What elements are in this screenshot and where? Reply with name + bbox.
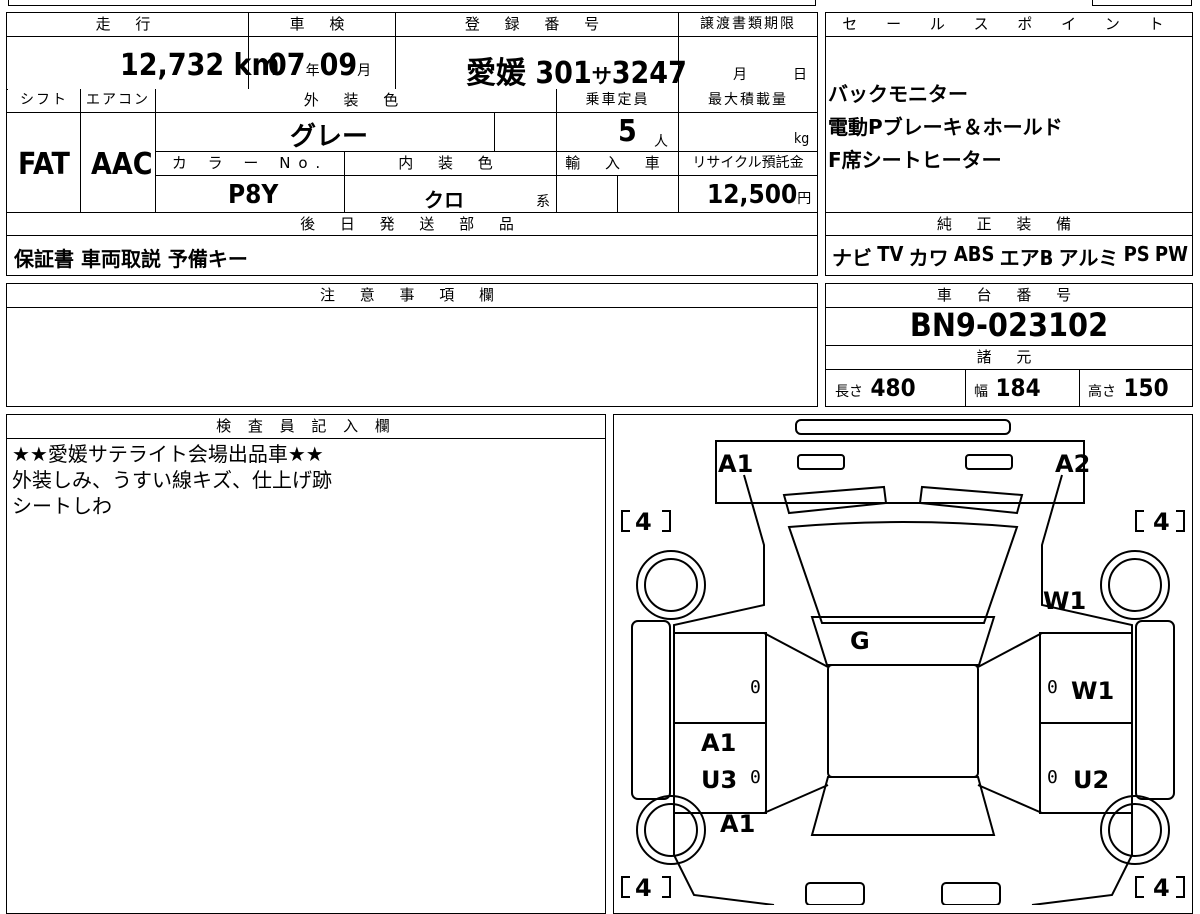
- spec-height: 高さ 150: [1088, 374, 1169, 402]
- color-no-value: P8Y: [228, 180, 279, 210]
- door-zero: 0: [750, 767, 761, 788]
- door-zero: 0: [1047, 677, 1058, 698]
- inspection-value: 07年09月: [268, 48, 372, 83]
- top-strip-right: [1092, 0, 1192, 6]
- equipment-item: カワ: [908, 246, 949, 270]
- sales-points-header: セ ー ル ス ポ イ ン ト: [826, 13, 1192, 35]
- equipment-item: PS: [1123, 242, 1150, 266]
- door-zero: 0: [750, 677, 761, 698]
- recycle-value: 12,500円: [707, 180, 812, 210]
- aircon-value: AAC: [91, 147, 153, 182]
- spec-length: 長さ 480: [835, 374, 916, 402]
- tire-depth: 4: [635, 508, 652, 536]
- equipment-item: アルミ: [1058, 246, 1119, 270]
- notes-header: 注 意 事 項 欄: [8, 284, 816, 306]
- capacity-unit: 人: [654, 134, 668, 150]
- capacity-value: 5: [618, 114, 637, 149]
- interior-color-suffix: 系: [536, 194, 550, 210]
- sales-point-item: 電動Pブレーキ＆ホールド: [828, 115, 1063, 139]
- inspector-line: シートしわ: [12, 494, 112, 518]
- later-parts-header: 後 日 発 送 部 品: [8, 213, 816, 235]
- equipment-list: ナビ TV カワ ABS エアB アルミ PS PW: [832, 242, 1188, 271]
- exterior-color-header: 外 装 色: [156, 89, 556, 111]
- inspector-line: 外装しみ、うすい線キズ、仕上げ跡: [12, 468, 332, 492]
- shift-value: FAT: [18, 147, 70, 182]
- capacity-header: 乗車定員: [557, 89, 678, 111]
- tire-depth: 4: [635, 874, 652, 902]
- top-strip: [8, 0, 816, 6]
- max-load-unit: kg: [794, 131, 810, 147]
- max-load-header: 最大積載量: [679, 89, 817, 111]
- equipment-item: TV: [877, 242, 904, 266]
- inspector-notes: ★★愛媛サテライト会場出品車★★ 外装しみ、うすい線キズ、仕上げ跡 シートしわ: [12, 441, 332, 519]
- damage-mark: U3: [701, 766, 738, 794]
- transfer-month-unit: 月: [733, 67, 747, 83]
- equipment-header: 純 正 装 備: [826, 213, 1192, 235]
- interior-color-header: 内 装 色: [345, 152, 556, 174]
- car-diagram: [621, 419, 1185, 905]
- specs-header: 諸 元: [826, 346, 1192, 368]
- color-no-header: カ ラ ー No.: [156, 152, 344, 174]
- registration-header: 登 録 番 号: [396, 13, 678, 35]
- transfer-deadline-header: 譲渡書類期限: [679, 13, 817, 35]
- damage-mark: U2: [1073, 766, 1110, 794]
- spec-width: 幅 184: [974, 374, 1041, 402]
- registration-value: 愛媛 301サ3247: [466, 56, 687, 91]
- equipment-item: エアB: [999, 246, 1054, 270]
- equipment-item: ABS: [953, 242, 995, 266]
- shift-header: シフト: [8, 89, 80, 111]
- recycle-header: リサイクル預託金: [679, 152, 817, 174]
- equipment-item: ナビ: [832, 246, 872, 270]
- inspector-line: ★★愛媛サテライト会場出品車★★: [12, 442, 324, 466]
- damage-mark: A1: [720, 810, 756, 838]
- damage-mark: W1: [1071, 677, 1115, 705]
- mileage-value: 12,732 km: [120, 48, 280, 83]
- inspector-header: 検 査 員 記 入 欄: [8, 415, 604, 437]
- damage-mark: A1: [718, 450, 754, 478]
- sales-points-list: バックモニター 電動Pブレーキ＆ホールド F席シートヒーター: [828, 78, 1063, 177]
- damage-mark: A2: [1055, 450, 1091, 478]
- damage-mark: A1: [701, 729, 737, 757]
- chassis-value: BN9-023102: [909, 306, 1109, 344]
- import-header: 輸 入 車: [557, 152, 678, 174]
- equipment-item: PW: [1154, 242, 1188, 266]
- mileage-header: 走 行: [8, 13, 248, 35]
- tire-depth: 4: [1153, 508, 1170, 536]
- sales-point-item: F席シートヒーター: [828, 148, 1002, 172]
- aircon-header: エアコン: [81, 89, 155, 111]
- door-zero: 0: [1047, 767, 1058, 788]
- inspection-header: 車 検: [249, 13, 395, 35]
- transfer-day-unit: 日: [793, 67, 807, 83]
- chassis-header: 車 台 番 号: [826, 284, 1192, 306]
- damage-mark: W1: [1043, 587, 1087, 615]
- damage-mark: G: [850, 627, 870, 655]
- interior-color-value: クロ: [424, 188, 464, 212]
- tire-depth: 4: [1153, 874, 1170, 902]
- exterior-color-value: グレー: [290, 122, 369, 152]
- sales-point-item: バックモニター: [828, 82, 968, 106]
- later-parts-value: 保証書 車両取説 予備キー: [14, 247, 248, 271]
